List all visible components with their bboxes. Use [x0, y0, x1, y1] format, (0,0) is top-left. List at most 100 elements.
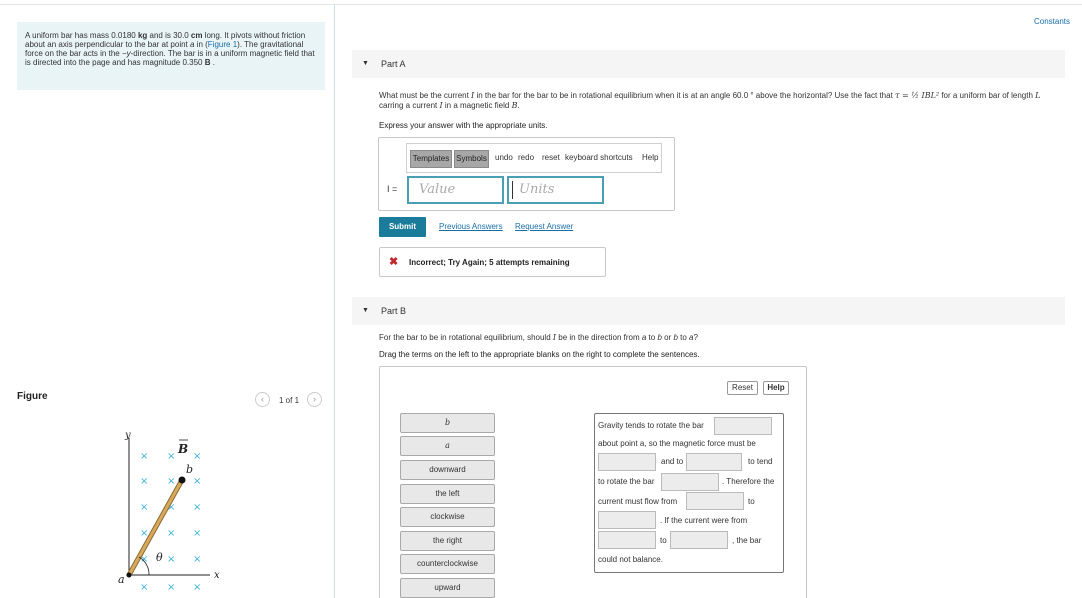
text-cursor	[512, 181, 513, 199]
svg-text:×: ×	[140, 476, 148, 487]
drag-chip[interactable]: counterclockwise	[400, 554, 495, 574]
sentence-text: . If the current were from	[660, 516, 748, 525]
svg-text:×: ×	[193, 476, 201, 487]
collapse-triangle-icon[interactable]: ▼	[362, 60, 369, 67]
drag-chip[interactable]: the left	[400, 484, 495, 504]
svg-text:×: ×	[140, 451, 148, 462]
sentence-text: . Therefore the	[722, 477, 775, 486]
svg-text:×: ×	[140, 502, 148, 513]
svg-text:×: ×	[167, 476, 175, 487]
bar-figure: y x × × × × × × × × × × × × × × × × × × θ b a B	[118, 430, 220, 593]
question-text: for a uniform bar of length	[939, 91, 1036, 100]
svg-text:×: ×	[193, 582, 201, 593]
part-a-header[interactable]: ▼ Part A	[352, 50, 1065, 78]
math-toolbar: Templates Symbols undo redo reset keyboa…	[406, 143, 662, 173]
svg-text:×: ×	[167, 528, 175, 539]
redo-button[interactable]: redo	[518, 150, 534, 168]
sentence-text: current must flow from	[598, 497, 678, 506]
question-text: For the bar to be in rotational equilibr…	[379, 333, 553, 342]
svg-text:×: ×	[167, 582, 175, 593]
drop-blank[interactable]	[670, 531, 728, 549]
reset-button[interactable]: reset	[542, 150, 560, 168]
drop-blank[interactable]	[598, 511, 656, 529]
question-text: to	[646, 333, 658, 342]
theta-label: θ	[156, 551, 163, 564]
point-a	[126, 572, 132, 578]
drop-blank[interactable]	[661, 473, 719, 491]
error-x-icon: ✖	[389, 256, 399, 268]
drag-chip[interactable]: downward	[400, 460, 495, 480]
dnd-help-button[interactable]: Help	[763, 381, 789, 395]
question-text: in the bar for the bar to be in rotation…	[474, 91, 896, 100]
point-b	[178, 476, 186, 484]
problem-text: A uniform bar has mass 0.0180	[25, 31, 138, 40]
prev-figure-icon[interactable]: ‹	[255, 392, 270, 407]
y-axis-label: y	[124, 430, 131, 441]
undo-button[interactable]: undo	[495, 150, 513, 168]
figure-pager: 1 of 1	[279, 396, 300, 405]
point-a-label: a	[118, 573, 125, 586]
figure-link[interactable]: Figure 1	[208, 40, 237, 49]
sentence-text: , the bar	[732, 536, 762, 545]
constants-link[interactable]: Constants	[1034, 17, 1070, 26]
problem-text: and is 30.0	[147, 31, 191, 40]
point-b-label: b	[186, 463, 193, 476]
help-button[interactable]: Help	[642, 150, 658, 168]
direction: −y	[121, 49, 131, 58]
svg-text:×: ×	[140, 528, 148, 539]
question-text: .	[517, 101, 520, 110]
sentence-text: could not balance.	[598, 555, 663, 564]
question-text: ?	[693, 333, 698, 342]
part-a-instruction: Express your answer with the appropriate…	[379, 121, 548, 130]
svg-text:×: ×	[167, 451, 175, 462]
question-text: or	[661, 333, 674, 342]
part-a-title: Part A	[381, 59, 406, 69]
sentence-text: to	[660, 536, 667, 545]
submit-button[interactable]: Submit	[379, 217, 426, 237]
mass-unit: kg	[137, 31, 148, 40]
problem-statement: A uniform bar has mass 0.0180 kg and is …	[17, 22, 325, 90]
svg-text:×: ×	[193, 502, 201, 513]
templates-button[interactable]: Templates	[410, 150, 452, 168]
part-a-question: What must be the current I in the bar fo…	[379, 91, 1064, 111]
question-text: to	[677, 333, 690, 342]
sentence-text: to tend	[748, 457, 773, 466]
var-l: L	[1035, 91, 1041, 100]
symbols-button[interactable]: Symbols	[454, 150, 489, 168]
drop-blank[interactable]	[686, 453, 742, 471]
drag-chip[interactable]: clockwise	[400, 507, 495, 527]
drag-chip[interactable]: the right	[400, 531, 495, 551]
drag-chip[interactable]: upward	[400, 578, 495, 598]
part-b-title: Part B	[381, 306, 407, 316]
field-b-label: B	[177, 442, 188, 456]
units-placeholder: Units	[519, 182, 555, 197]
dnd-reset-button[interactable]: Reset	[727, 381, 758, 395]
drag-chip[interactable]: b	[400, 413, 495, 433]
drop-blank[interactable]	[598, 453, 656, 471]
drag-chip[interactable]: a	[400, 436, 495, 456]
x-axis-label: x	[214, 570, 220, 581]
svg-text:×: ×	[193, 554, 201, 565]
part-b-header[interactable]: ▼ Part B	[352, 297, 1065, 325]
question-text: in a magnetic field	[442, 101, 512, 110]
next-figure-icon[interactable]: ›	[307, 392, 322, 407]
drop-blank[interactable]	[714, 417, 772, 435]
top-divider	[0, 4, 1082, 5]
value-input[interactable]: Value	[407, 176, 504, 204]
request-answer-link[interactable]: Request Answer	[515, 222, 573, 231]
svg-text:×: ×	[193, 528, 201, 539]
drop-blank[interactable]	[598, 531, 656, 549]
problem-text: in (	[194, 40, 208, 49]
units-input[interactable]: Units	[507, 176, 604, 204]
drop-blank[interactable]	[686, 492, 744, 510]
keyboard-shortcuts-button[interactable]: keyboard shortcuts	[565, 150, 633, 168]
part-b-instruction: Drag the terms on the left to the approp…	[379, 350, 700, 359]
previous-answers-link[interactable]: Previous Answers	[439, 222, 503, 231]
sentence-text: to	[748, 497, 755, 506]
sentence-text: and to	[661, 457, 684, 466]
question-text: be in the direction from	[556, 333, 642, 342]
question-text: What must be the current	[379, 91, 472, 100]
sentence-text: Gravity tends to rotate the bar	[598, 421, 704, 430]
collapse-triangle-icon[interactable]: ▼	[362, 307, 369, 314]
feedback-message: Incorrect; Try Again; 5 attempts remaini…	[409, 258, 570, 267]
